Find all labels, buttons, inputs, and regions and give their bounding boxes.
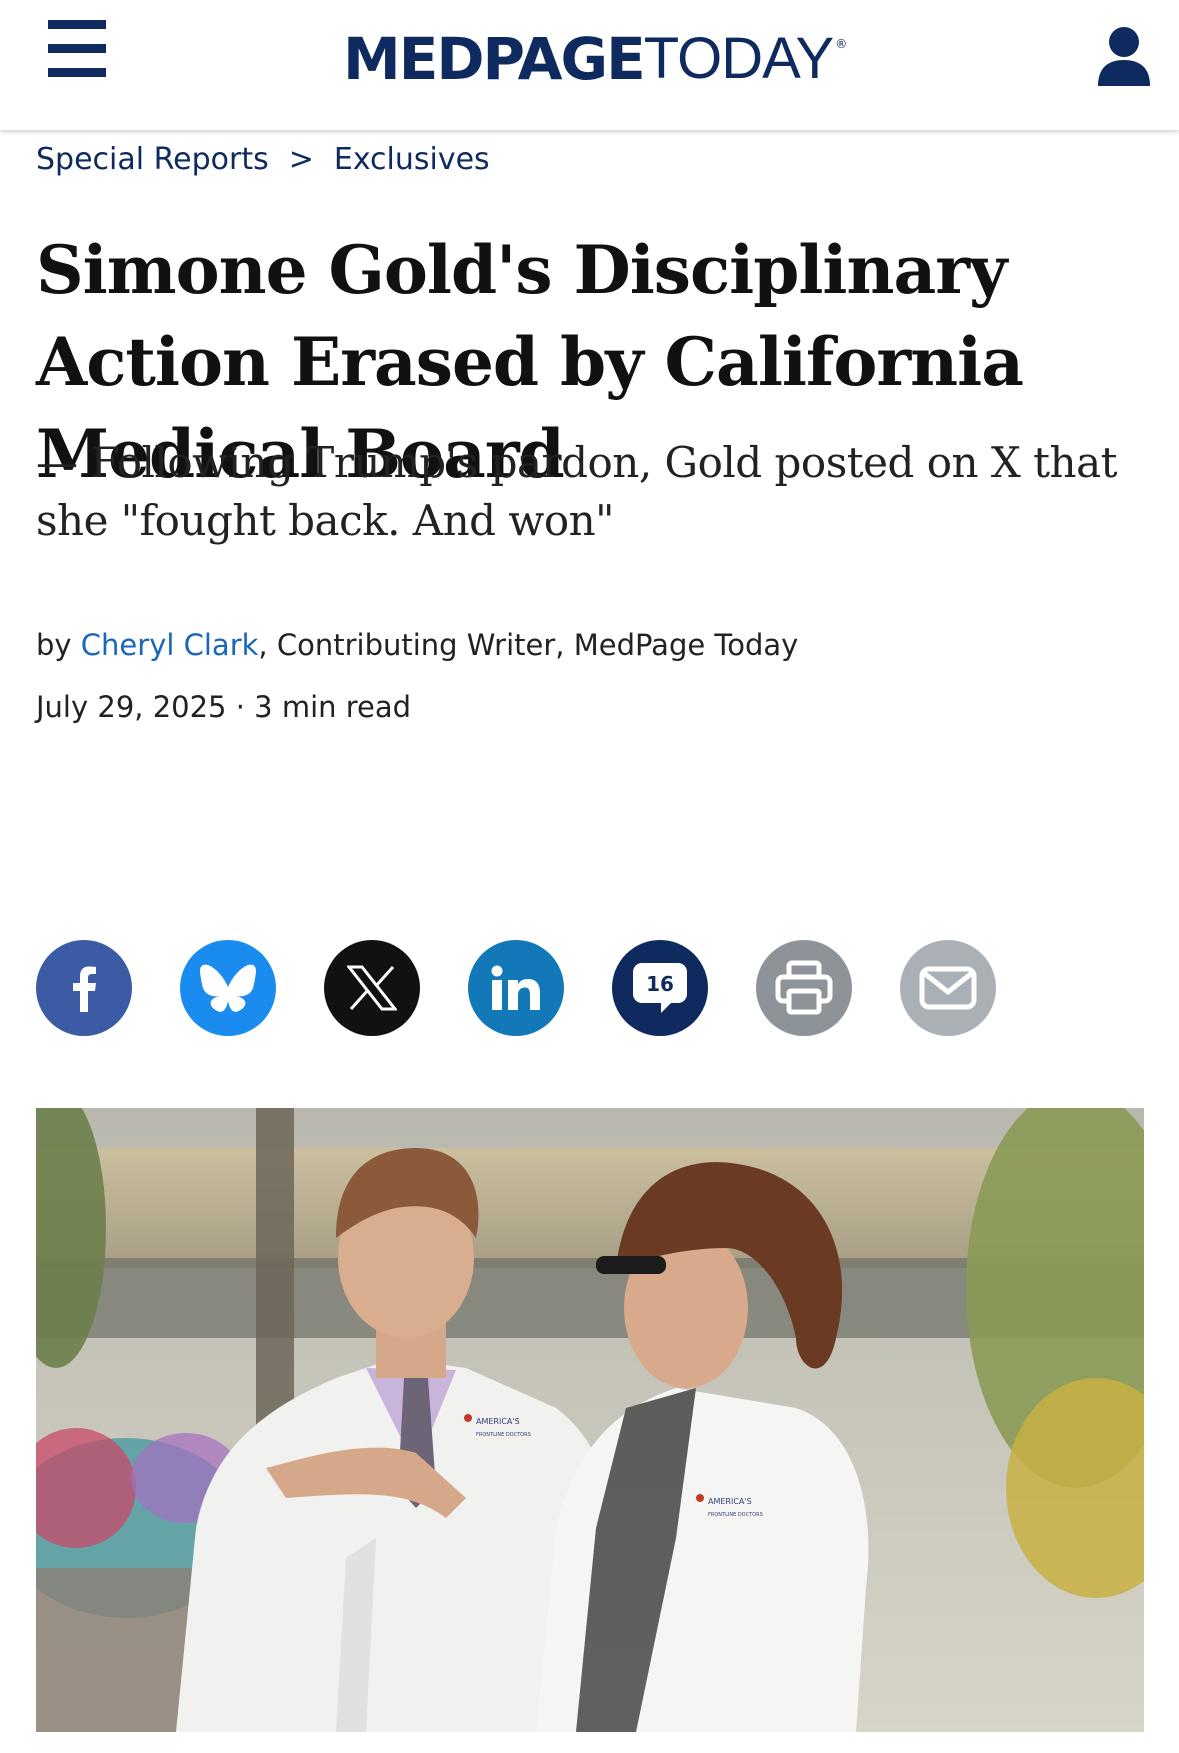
coat-logo-man: AMERICA'S FRONTLINE DOCTORS xyxy=(464,1408,536,1448)
comments-button[interactable]: 16 xyxy=(612,940,708,1036)
printer-icon xyxy=(775,960,833,1015)
coat-logo-woman: AMERICA'S FRONTLINE DOCTORS xyxy=(696,1488,776,1528)
logo-part-medpage: MEDPAGE xyxy=(343,25,646,93)
breadcrumb-exclusives[interactable]: Exclusives xyxy=(334,142,490,177)
dateline: July 29, 2025 · 3 min read xyxy=(36,690,411,724)
user-account-icon[interactable] xyxy=(1096,26,1152,88)
comment-count: 16 xyxy=(646,972,674,996)
comment-bubble-icon: 16 xyxy=(633,963,687,1013)
hamburger-menu-icon[interactable] xyxy=(48,20,106,78)
read-time: 3 min read xyxy=(254,690,412,724)
coat-logo-text-man-2: FRONTLINE DOCTORS xyxy=(476,1432,531,1438)
logo-part-today: TODAY xyxy=(643,26,834,91)
facebook-icon xyxy=(73,966,96,1012)
article-hero-photo: AMERICA'S FRONTLINE DOCTORS AMERICA'S FR… xyxy=(36,1108,1144,1732)
breadcrumb-special-reports[interactable]: Special Reports xyxy=(36,142,269,177)
logo-registered-mark: ® xyxy=(835,37,848,51)
breadcrumb-separator: > xyxy=(288,142,314,177)
bluesky-share-button[interactable] xyxy=(180,940,276,1036)
author-link[interactable]: Cheryl Clark xyxy=(81,628,259,662)
bluesky-butterfly-icon xyxy=(200,964,256,1012)
article-subtitle: — Following Trump's pardon, Gold posted … xyxy=(36,438,1118,545)
date-separator: · xyxy=(226,690,255,724)
x-share-button[interactable] xyxy=(324,940,420,1036)
linkedin-icon xyxy=(491,965,540,1010)
site-header: MEDPAGE TODAY ® xyxy=(0,0,1179,130)
byline: by Cheryl Clark, Contributing Writer, Me… xyxy=(36,628,798,662)
linkedin-share-button[interactable] xyxy=(468,940,564,1036)
facebook-share-button[interactable] xyxy=(36,940,132,1036)
x-logo-icon xyxy=(347,965,397,1011)
coat-logo-text-woman-1: AMERICA'S xyxy=(708,1497,752,1506)
coat-logo-text-man-1: AMERICA'S xyxy=(476,1417,520,1426)
print-button[interactable] xyxy=(756,940,852,1036)
share-bar: 16 xyxy=(36,940,996,1036)
coat-logo-text-woman-2: FRONTLINE DOCTORS xyxy=(708,1512,763,1518)
byline-suffix: , Contributing Writer, MedPage Today xyxy=(258,628,799,662)
email-share-button[interactable] xyxy=(900,940,996,1036)
site-logo[interactable]: MEDPAGE TODAY ® xyxy=(343,24,847,94)
breadcrumb: Special Reports > Exclusives xyxy=(36,142,490,177)
byline-prefix: by xyxy=(36,628,81,662)
publish-date: July 29, 2025 xyxy=(36,690,227,724)
envelope-icon xyxy=(919,966,977,1010)
